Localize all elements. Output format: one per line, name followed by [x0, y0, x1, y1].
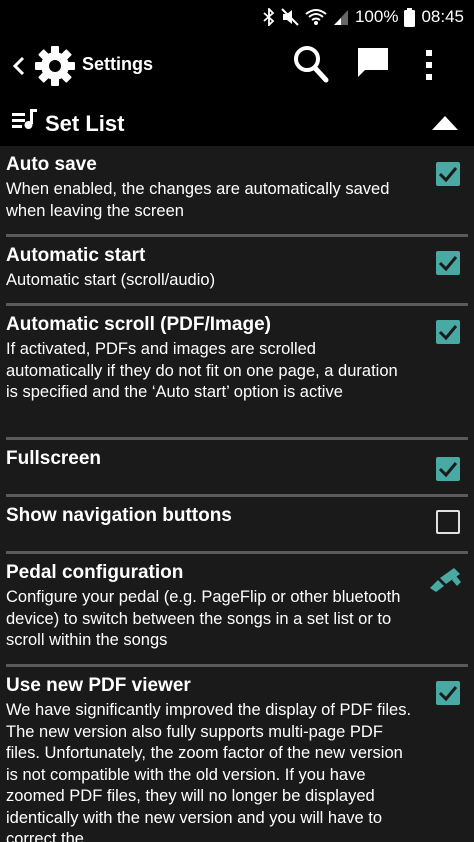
setting-description: When enabled, the changes are automatica… — [6, 180, 390, 220]
use-new-pdf-viewer-checkbox[interactable] — [436, 681, 460, 705]
setting-title: Automatic scroll (PDF/Image) — [6, 314, 271, 335]
fullscreen-checkbox[interactable] — [436, 457, 460, 481]
setting-title: Pedal configuration — [6, 562, 184, 583]
setting-title: Use new PDF viewer — [6, 675, 191, 696]
more-vertical-icon — [426, 50, 432, 80]
app-bar: Settings — [0, 34, 474, 98]
brush-icon — [428, 566, 462, 597]
setting-auto-save[interactable]: Auto save When enabled, the changes are … — [0, 146, 474, 234]
back-button[interactable] — [8, 50, 30, 82]
check-icon — [438, 325, 458, 341]
search-icon — [294, 46, 329, 83]
gear-icon — [34, 45, 76, 92]
battery-icon — [404, 7, 416, 27]
search-button[interactable] — [292, 44, 330, 89]
setting-title: Show navigation buttons — [6, 505, 232, 526]
setting-description: Automatic start (scroll/audio) — [6, 271, 216, 289]
auto-save-checkbox[interactable] — [436, 162, 460, 186]
clock: 08:45 — [421, 7, 464, 26]
automatic-scroll-checkbox[interactable] — [436, 320, 460, 344]
check-icon — [438, 462, 458, 478]
section-title: Set List — [45, 111, 125, 136]
triangle-up-icon — [432, 116, 458, 130]
chat-button[interactable] — [356, 46, 390, 85]
collapse-button[interactable] — [432, 116, 458, 135]
check-icon — [438, 686, 458, 702]
more-options-button[interactable] — [424, 48, 434, 87]
setting-title: Automatic start — [6, 245, 146, 266]
app-title: Settings — [82, 54, 154, 74]
status-bar: 100% 08:45 — [0, 0, 474, 34]
signal-icon — [333, 8, 349, 26]
chevron-left-icon — [13, 57, 25, 75]
setting-description: We have significantly improved the displ… — [6, 701, 412, 842]
setting-automatic-start[interactable]: Automatic start Automatic start (scroll/… — [0, 237, 474, 303]
section-header-set-list[interactable]: Set List — [0, 98, 474, 146]
wifi-icon — [305, 8, 327, 26]
playlist-icon — [12, 109, 38, 136]
settings-list: Auto save When enabled, the changes are … — [0, 146, 474, 842]
screen: 100% 08:45 Settings Set List Auto save W… — [0, 0, 474, 842]
setting-title: Fullscreen — [6, 448, 102, 469]
setting-fullscreen[interactable]: Fullscreen — [0, 440, 474, 494]
show-navigation-buttons-checkbox[interactable] — [436, 510, 460, 534]
check-icon — [438, 167, 458, 183]
chat-icon — [358, 48, 388, 77]
setting-description: If activated, PDFs and images are scroll… — [6, 340, 398, 401]
setting-show-navigation-buttons[interactable]: Show navigation buttons — [0, 497, 474, 551]
setting-pedal-configuration[interactable]: Pedal configuration Configure your pedal… — [0, 554, 474, 664]
setting-use-new-pdf-viewer[interactable]: Use new PDF viewer We have significantly… — [0, 667, 474, 842]
setting-automatic-scroll[interactable]: Automatic scroll (PDF/Image) If activate… — [0, 306, 474, 437]
battery-percent: 100% — [354, 7, 399, 26]
setting-title: Auto save — [6, 154, 97, 175]
mute-icon — [281, 8, 299, 26]
bluetooth-icon — [263, 8, 275, 26]
automatic-start-checkbox[interactable] — [436, 251, 460, 275]
check-icon — [438, 256, 458, 272]
setting-description: Configure your pedal (e.g. PageFlip or o… — [6, 588, 401, 649]
